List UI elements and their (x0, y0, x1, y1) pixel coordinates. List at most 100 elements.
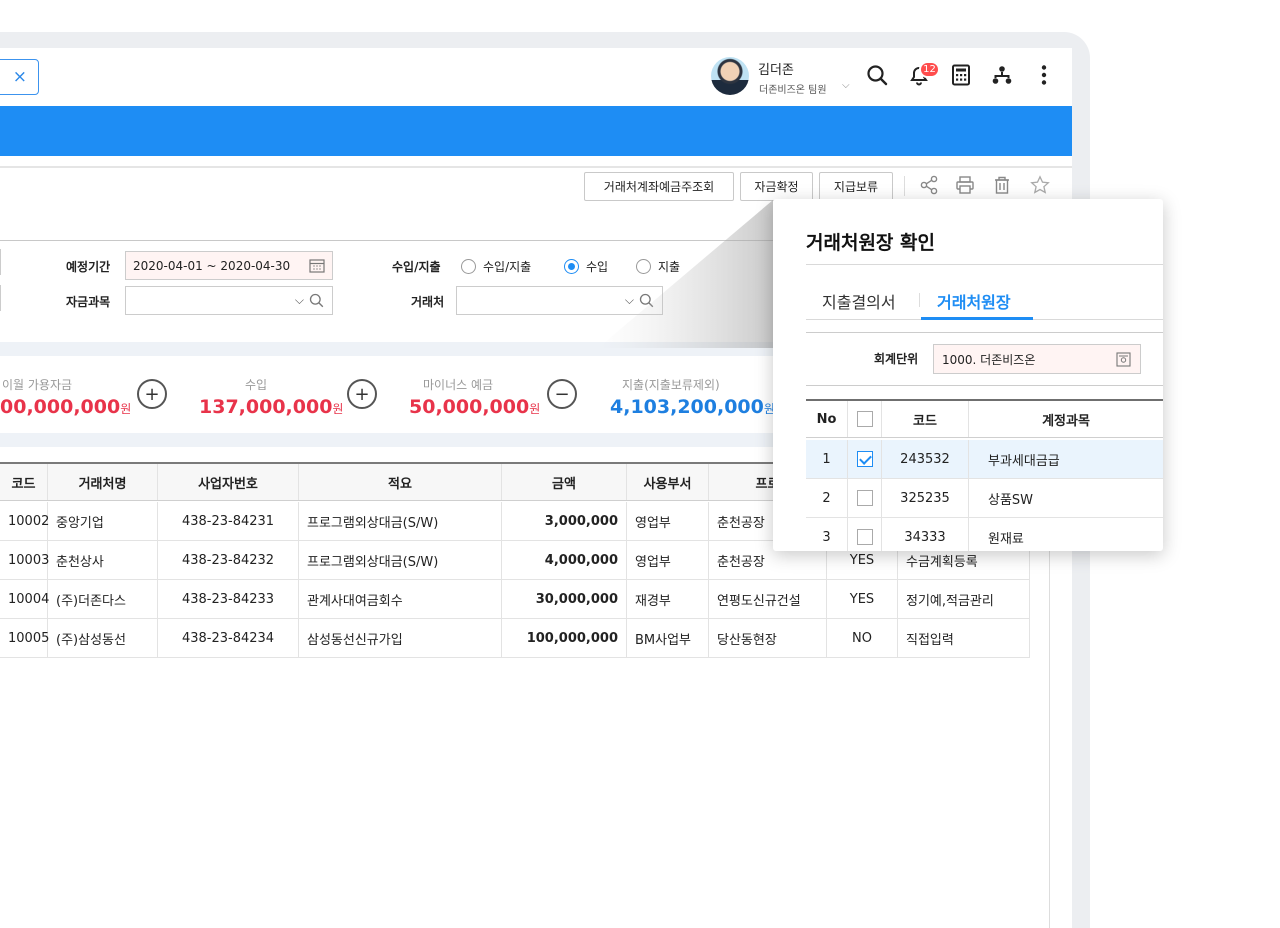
hold-payment-button[interactable]: 지급보류 (819, 172, 893, 201)
field-edge (0, 285, 1, 311)
toolbar-divider (904, 176, 905, 196)
cell-dept: 영업부 (627, 541, 709, 579)
more-vertical-icon[interactable] (1031, 62, 1057, 88)
cell-summary: 프로그램외상대금(S/W) (299, 502, 502, 540)
cell-summary: 관계사대여금회수 (299, 580, 502, 618)
row-checkbox-checked[interactable] (856, 451, 873, 467)
table-row[interactable]: 10005 (주)삼성동선 438-23-84234 삼성동선신규가입 100,… (0, 619, 1030, 658)
plus-icon: + (137, 379, 167, 409)
carryover-amount: 00,000,000 (0, 396, 121, 418)
period-field[interactable]: 2020-04-01 ~ 2020-04-30 (125, 251, 333, 280)
radio-circle-selected[interactable] (564, 259, 579, 274)
cell-dept: BM사업부 (627, 619, 709, 657)
unit-field[interactable]: 1000. 더존비즈온 (933, 344, 1141, 374)
cell-partner: (주)삼성동선 (48, 619, 158, 657)
chevron-down-icon[interactable]: ⌵ (842, 80, 850, 91)
cell-method: 직접입력 (898, 619, 1030, 657)
col-no[interactable]: No (806, 401, 848, 437)
highlight-beam (598, 200, 776, 348)
search-icon[interactable] (864, 62, 890, 88)
title-bar (0, 106, 1072, 156)
period-value: 2020-04-01 ~ 2020-04-30 (133, 258, 291, 273)
subject-select[interactable]: ⌵ (125, 286, 333, 315)
col-partner[interactable]: 거래처명 (48, 464, 158, 500)
cell-method: 정기예,적금관리 (898, 580, 1030, 618)
col-select-all[interactable] (848, 401, 882, 437)
avatar[interactable] (711, 57, 749, 95)
minus-deposit-label: 마이너스 예금 (423, 378, 494, 392)
share-icon[interactable] (917, 173, 941, 197)
minus-deposit-value: 50,000,000원 (409, 396, 540, 418)
cell-code: 10005 (0, 619, 49, 657)
cell-bizno: 438-23-84231 (158, 502, 299, 540)
cell-amount: 100,000,000 (502, 619, 627, 657)
tab-close-button[interactable]: × (0, 59, 39, 95)
subject-label: 자금과목 (66, 295, 111, 309)
cell-bizno: 438-23-84233 (158, 580, 299, 618)
row-checkbox[interactable] (856, 529, 873, 545)
col-bizno[interactable]: 사업자번호 (158, 464, 299, 500)
cell-project: 연평도신규건설 (709, 580, 827, 618)
toolbar-divider-line (0, 166, 1072, 168)
confirm-funds-button[interactable]: 자금확정 (740, 172, 813, 201)
lookup-icon[interactable] (1116, 352, 1131, 370)
expense-amount: 4,103,200,000 (610, 396, 764, 418)
user-name[interactable]: 김더존 (758, 59, 794, 78)
minus-icon: − (547, 379, 577, 409)
cell-account: 원재료 (988, 531, 1024, 547)
radio-circle[interactable] (461, 259, 476, 274)
col-amount[interactable]: 금액 (502, 464, 627, 500)
col-code[interactable]: 코드 (0, 464, 48, 500)
popup-table-row[interactable]: 3 34333 원재료 (806, 518, 1163, 551)
trash-icon[interactable] (990, 173, 1014, 197)
cell-partner: 춘천상사 (48, 541, 158, 579)
print-icon[interactable] (953, 173, 977, 197)
carryover-label: 이월 가용자금 (2, 378, 73, 392)
col-code[interactable]: 코드 (882, 401, 969, 437)
won-unit: 원 (120, 402, 132, 416)
cell-summary: 삼성동선신규가입 (299, 619, 502, 657)
close-icon: × (12, 67, 27, 87)
cell-flag: YES (827, 580, 898, 618)
partner-ledger-popup: 거래처원장 확인 지출결의서 거래처원장 회계단위 1000. 더존비즈온 No… (773, 199, 1163, 551)
calendar-icon[interactable] (309, 258, 325, 276)
col-dept[interactable]: 사용부서 (627, 464, 709, 500)
tab-expense-resolution[interactable]: 지출결의서 (822, 289, 896, 313)
active-tab-indicator (921, 317, 1033, 320)
star-icon[interactable] (1028, 173, 1052, 197)
field-edge (0, 249, 1, 275)
won-unit: 원 (332, 402, 344, 416)
cell-check[interactable] (848, 440, 882, 478)
popup-table-row[interactable]: 2 325235 상품SW (806, 479, 1163, 518)
radio-both-label: 수입/지출 (483, 260, 532, 274)
cell-check[interactable] (848, 479, 882, 517)
calculator-icon[interactable] (948, 62, 974, 88)
row-checkbox[interactable] (856, 490, 873, 506)
table-row[interactable]: 10004 (주)더존다스 438-23-84233 관계사대여금회수 30,0… (0, 580, 1030, 619)
user-role: 더존비즈온 팀원 (759, 85, 827, 96)
popup-table-header: No 코드 계정과목 (806, 399, 1163, 438)
col-summary[interactable]: 적요 (299, 464, 502, 500)
cell-amount: 3,000,000 (502, 502, 627, 540)
search-icon[interactable] (309, 293, 324, 311)
expense-value: 4,103,200,000원 (610, 396, 775, 418)
notification-badge: 12 (919, 61, 940, 78)
tab-partner-ledger[interactable]: 거래처원장 (937, 289, 1011, 313)
cell-check[interactable] (848, 518, 882, 551)
account-holder-lookup-button[interactable]: 거래처계좌예금주조회 (584, 172, 734, 201)
chevron-down-icon[interactable]: ⌵ (295, 293, 304, 308)
radio-both[interactable]: 수입/지출 (461, 258, 531, 275)
cell-code: 10003 (0, 541, 49, 579)
income-label: 수입 (245, 378, 268, 392)
unit-label: 회계단위 (874, 352, 919, 366)
tab-separator (919, 293, 920, 307)
popup-table-row[interactable]: 1 243532 부과세대금급 (806, 440, 1163, 479)
unit-value: 1000. 더존비즈온 (942, 352, 1036, 367)
select-all-checkbox[interactable] (856, 411, 873, 427)
plus-icon: + (347, 379, 377, 409)
col-account[interactable]: 계정과목 (969, 401, 1163, 437)
org-chart-icon[interactable] (989, 62, 1015, 88)
cell-code: 10002 (0, 502, 49, 540)
income-amount: 137,000,000 (199, 396, 333, 418)
cell-account: 부과세대금급 (988, 453, 1060, 469)
